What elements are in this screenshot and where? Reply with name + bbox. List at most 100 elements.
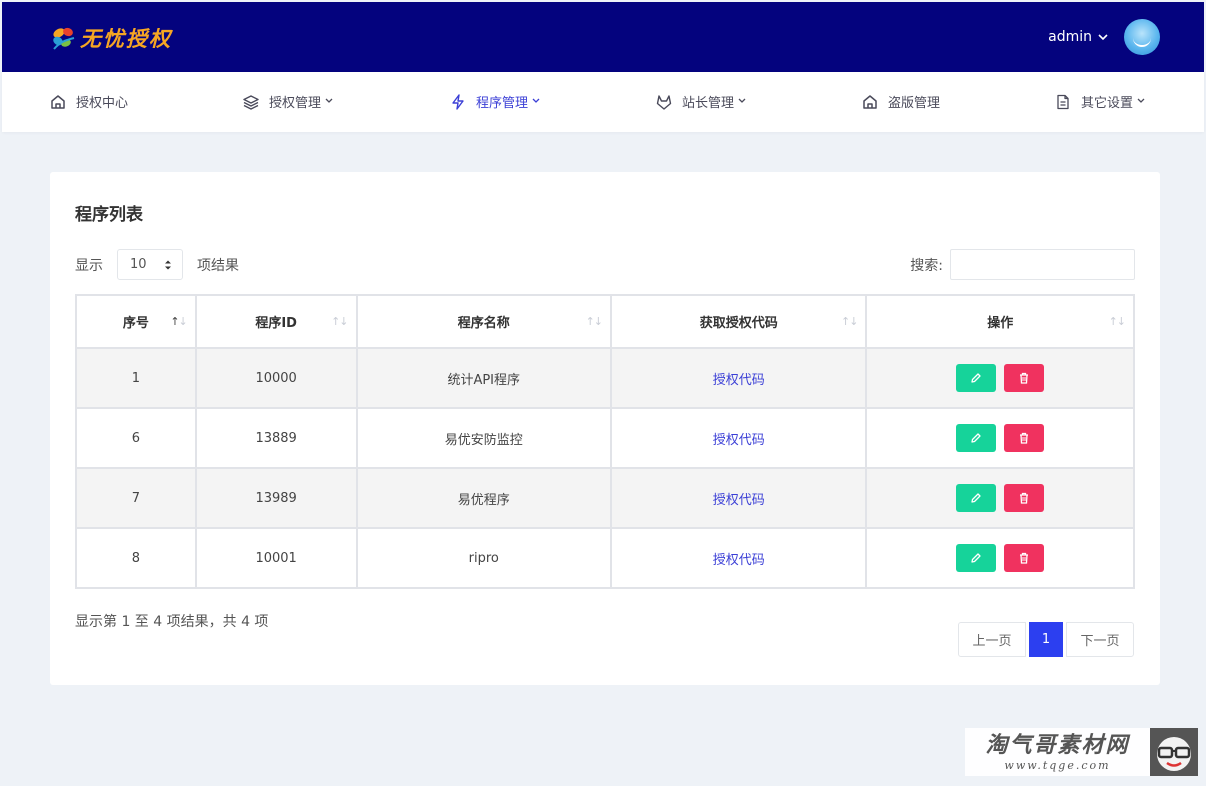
program-table: 序号 ↑↓ 程序ID ↑↓ 程序名称 ↑↓ 获取授权代码 ↑↓ 操作 ↑↓ 1 … — [75, 294, 1135, 589]
trash-icon — [1020, 552, 1029, 564]
user-name[interactable]: admin — [1048, 29, 1092, 45]
search-label: 搜索: — [910, 257, 943, 274]
nav-label: 程序管理 — [476, 96, 529, 111]
nav-item-webmaster-management[interactable]: 站长管理 — [656, 92, 746, 111]
pencil-icon — [971, 433, 981, 443]
cell-index: 6 — [75, 407, 197, 469]
chevron-down-icon — [325, 97, 333, 107]
column-header-index[interactable]: 序号 ↑↓ — [75, 294, 197, 349]
nav-item-piracy-management[interactable]: 盗版管理 — [862, 92, 940, 111]
license-code-link[interactable]: 授权代码 — [713, 433, 765, 448]
nav-item-other-settings[interactable]: 其它设置 — [1055, 92, 1145, 111]
cell-program-id: 10001 — [194, 527, 358, 589]
logo[interactable]: 无忧授权 — [50, 22, 172, 54]
trash-icon — [1020, 492, 1029, 504]
nav-item-license-center[interactable]: 授权中心 — [50, 92, 128, 111]
column-header-program-name[interactable]: 程序名称 ↑↓ — [355, 294, 612, 349]
table-row: 1 10000 统计API程序 授权代码 — [75, 347, 1135, 409]
cell-code: 授权代码 — [609, 347, 868, 409]
chevron-down-icon — [532, 97, 540, 107]
cell-program-name: ripro — [355, 527, 612, 589]
cell-code: 授权代码 — [609, 467, 868, 529]
cell-program-id: 13989 — [194, 467, 358, 529]
avatar[interactable] — [1124, 19, 1160, 55]
license-code-link[interactable]: 授权代码 — [713, 493, 765, 508]
cell-actions — [865, 467, 1135, 529]
edit-button[interactable] — [956, 424, 997, 452]
nav-item-license-management[interactable]: 授权管理 — [243, 92, 333, 111]
page-length-select[interactable]: 10 — [117, 249, 183, 280]
cell-actions — [865, 347, 1135, 409]
column-header-get-code[interactable]: 获取授权代码 ↑↓ — [609, 294, 868, 349]
pencil-icon — [971, 493, 981, 503]
cell-program-name: 易优程序 — [355, 467, 612, 529]
page-title: 程序列表 — [75, 205, 143, 225]
nav-item-program-management[interactable]: 程序管理 — [450, 92, 540, 111]
cell-code: 授权代码 — [609, 527, 868, 589]
prev-page-button[interactable]: 上一页 — [958, 622, 1026, 657]
home-icon — [863, 94, 877, 109]
watermark-face-icon — [1150, 728, 1198, 776]
sort-icon: ↑↓ — [1108, 315, 1126, 328]
home-icon — [51, 94, 65, 109]
cell-index: 8 — [75, 527, 197, 589]
pencil-icon — [971, 373, 981, 383]
delete-button[interactable] — [1004, 364, 1045, 392]
license-code-link[interactable]: 授权代码 — [713, 553, 765, 568]
sort-icon: ↑↓ — [841, 315, 858, 328]
select-arrows-icon — [164, 259, 172, 271]
watermark: 淘气哥素材网 www.tqge.com — [965, 728, 1198, 776]
license-code-link[interactable]: 授权代码 — [713, 373, 765, 388]
gitlab-icon — [656, 94, 672, 110]
search-input[interactable] — [950, 249, 1135, 280]
nav-label: 其它设置 — [1081, 96, 1134, 111]
page-length-control: 显示 10 项结果 — [75, 249, 239, 280]
table-info: 显示第 1 至 4 项结果，共 4 项 — [75, 614, 269, 630]
next-page-button[interactable]: 下一页 — [1066, 622, 1134, 657]
delete-button[interactable] — [1004, 424, 1045, 452]
nav-label: 站长管理 — [682, 96, 735, 111]
table-row: 8 10001 ripro 授权代码 — [75, 527, 1135, 589]
sort-asc-icon: ↑↓ — [170, 315, 187, 328]
cell-code: 授权代码 — [609, 407, 868, 469]
watermark-sub-text: www.tqge.com — [1004, 758, 1111, 772]
cell-index: 7 — [75, 467, 197, 529]
page-length-value: 10 — [130, 257, 147, 272]
chevron-down-icon — [1137, 97, 1145, 107]
page-button-current[interactable]: 1 — [1029, 622, 1063, 657]
delete-button[interactable] — [1004, 484, 1045, 512]
nav-label: 盗版管理 — [888, 96, 941, 111]
cell-program-name: 统计API程序 — [355, 347, 612, 409]
chevron-down-icon[interactable] — [1098, 31, 1108, 44]
cell-index: 1 — [75, 347, 197, 409]
delete-button[interactable] — [1004, 544, 1045, 572]
file-icon — [1057, 94, 1069, 109]
sort-icon: ↑↓ — [331, 315, 348, 328]
length-suffix: 项结果 — [197, 257, 239, 274]
length-prefix: 显示 — [75, 257, 103, 274]
column-header-program-id[interactable]: 程序ID ↑↓ — [194, 294, 358, 349]
table-row: 7 13989 易优程序 授权代码 — [75, 467, 1135, 529]
pencil-icon — [971, 553, 981, 563]
edit-button[interactable] — [956, 364, 997, 392]
top-header: 无忧授权 admin — [2, 2, 1204, 72]
table-header-row: 序号 ↑↓ 程序ID ↑↓ 程序名称 ↑↓ 获取授权代码 ↑↓ 操作 ↑↓ — [75, 294, 1135, 349]
main-nav: 授权中心 授权管理 程序管理 站长管理 盗版管理 其它设置 — [2, 72, 1204, 132]
search-control: 搜索: — [910, 249, 1135, 280]
cell-actions — [865, 407, 1135, 469]
nav-label: 授权管理 — [269, 96, 322, 111]
program-list-card: 程序列表 显示 10 项结果 搜索: 序号 ↑↓ 程序ID ↑↓ 程序名称 ↑↓… — [50, 172, 1160, 685]
cell-program-name: 易优安防监控 — [355, 407, 612, 469]
sort-icon: ↑↓ — [585, 315, 603, 328]
edit-button[interactable] — [956, 484, 997, 512]
cell-program-id: 10000 — [194, 347, 358, 409]
table-row: 6 13889 易优安防监控 授权代码 — [75, 407, 1135, 469]
cell-program-id: 13889 — [194, 407, 358, 469]
user-menu[interactable]: admin — [1048, 19, 1160, 55]
trash-icon — [1020, 432, 1029, 444]
trash-icon — [1020, 372, 1029, 384]
edit-button[interactable] — [956, 544, 997, 572]
column-header-actions[interactable]: 操作 ↑↓ — [865, 294, 1135, 349]
pagination: 上一页 1 下一页 — [958, 622, 1134, 657]
cell-actions — [865, 527, 1135, 589]
